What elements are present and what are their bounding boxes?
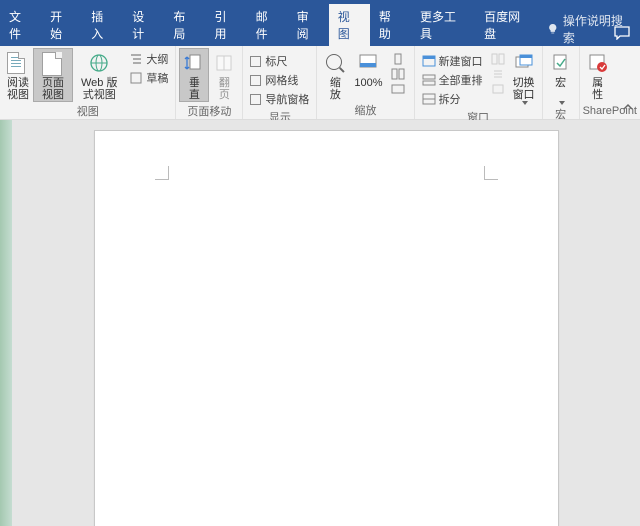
draft-icon	[129, 71, 143, 85]
chevron-up-icon	[622, 101, 634, 113]
switch-windows-button[interactable]: 切换窗口	[509, 48, 539, 105]
arrange-icon	[422, 74, 436, 86]
tab-help[interactable]: 帮助	[370, 4, 411, 46]
one-page-icon	[391, 53, 405, 65]
read-icon	[7, 52, 29, 74]
properties-icon	[587, 52, 609, 74]
draft-button[interactable]: 草稿	[127, 69, 170, 87]
split-icon	[422, 93, 436, 105]
page-width-button[interactable]	[389, 82, 409, 96]
side-to-side-button[interactable]: 翻 页	[209, 48, 239, 101]
window-icon	[422, 55, 436, 67]
web-layout-button[interactable]: Web 版式视图	[73, 48, 125, 101]
ribbon: 阅读 视图 页面视图 Web 版式视图 大纲 草稿 视图 垂 直	[0, 46, 640, 120]
multi-page-button[interactable]	[389, 67, 409, 81]
document-page[interactable]	[94, 130, 559, 526]
new-window-button[interactable]: 新建窗口	[420, 52, 485, 70]
tab-view[interactable]: 视图	[329, 4, 370, 46]
tab-references[interactable]: 引用	[205, 4, 246, 46]
comments-icon[interactable]	[614, 26, 630, 40]
one-page-button[interactable]	[389, 52, 409, 66]
gridlines-checkbox[interactable]: 网格线	[248, 71, 311, 89]
multi-page-icon	[391, 68, 405, 80]
tab-more-tools[interactable]: 更多工具	[411, 4, 475, 46]
sync-icon	[491, 68, 505, 80]
group-views-label: 视图	[3, 102, 172, 121]
tab-insert[interactable]: 插入	[82, 4, 123, 46]
web-icon	[88, 52, 110, 74]
group-page-movement: 垂 直 翻 页 页面移动	[176, 46, 243, 119]
tab-mailings[interactable]: 邮件	[247, 4, 288, 46]
group-macros: 宏 宏	[543, 46, 580, 119]
checkbox-icon	[250, 94, 261, 105]
macro-icon	[550, 52, 572, 74]
nav-pane-checkbox[interactable]: 导航窗格	[248, 90, 311, 108]
view-side-button[interactable]	[489, 52, 507, 66]
crop-mark-icon	[155, 166, 169, 180]
group-window: 新建窗口 全部重排 拆分 切换窗口 窗口	[415, 46, 543, 119]
tab-home[interactable]: 开始	[41, 4, 82, 46]
tab-baidu[interactable]: 百度网盘	[475, 4, 539, 46]
properties-button[interactable]: 属 性	[583, 48, 613, 101]
group-views: 阅读 视图 页面视图 Web 版式视图 大纲 草稿 视图	[0, 46, 176, 119]
sync-scroll-button[interactable]	[489, 67, 507, 81]
lightbulb-icon	[547, 23, 559, 35]
crop-mark-icon	[484, 166, 498, 180]
magnifier-icon	[324, 52, 346, 74]
tab-review[interactable]: 审阅	[288, 4, 329, 46]
arrange-all-button[interactable]: 全部重排	[420, 71, 485, 89]
left-edge	[0, 120, 12, 526]
group-zoom-label: 缩放	[320, 101, 410, 120]
outline-icon	[129, 52, 143, 66]
vertical-button[interactable]: 垂 直	[179, 48, 209, 102]
collapse-ribbon-button[interactable]	[622, 101, 634, 113]
group-zoom: 缩 放 100% 缩放	[317, 46, 414, 119]
zoom-100-icon	[357, 52, 379, 74]
workspace	[0, 120, 640, 526]
zoom-100-button[interactable]: 100%	[350, 48, 386, 89]
tab-design[interactable]: 设计	[123, 4, 164, 46]
switch-icon	[513, 52, 535, 74]
page-width-icon	[391, 83, 405, 95]
side-by-side-icon	[491, 53, 505, 65]
split-button[interactable]: 拆分	[420, 90, 485, 108]
checkbox-icon	[250, 75, 261, 86]
tab-file[interactable]: 文件	[0, 4, 41, 46]
outline-button[interactable]: 大纲	[127, 50, 170, 68]
reset-pos-button[interactable]	[489, 82, 507, 96]
checkbox-icon	[250, 56, 261, 67]
ruler-checkbox[interactable]: 标尺	[248, 52, 311, 70]
chevron-down-icon	[522, 101, 528, 105]
vertical-icon	[183, 52, 205, 74]
macros-button[interactable]: 宏	[546, 48, 576, 105]
page-icon	[42, 52, 64, 74]
tab-layout[interactable]: 布局	[164, 4, 205, 46]
group-page-movement-label: 页面移动	[179, 102, 239, 121]
zoom-button[interactable]: 缩 放	[320, 48, 350, 101]
tabs-bar: 文件 开始 插入 设计 布局 引用 邮件 审阅 视图 帮助 更多工具 百度网盘 …	[0, 22, 640, 46]
print-layout-button[interactable]: 页面视图	[33, 48, 73, 102]
flip-icon	[213, 52, 235, 74]
read-mode-button[interactable]: 阅读 视图	[3, 48, 33, 101]
document-area[interactable]	[12, 120, 640, 526]
group-show: 标尺 网格线 导航窗格 显示	[243, 46, 317, 119]
reset-icon	[491, 83, 505, 95]
